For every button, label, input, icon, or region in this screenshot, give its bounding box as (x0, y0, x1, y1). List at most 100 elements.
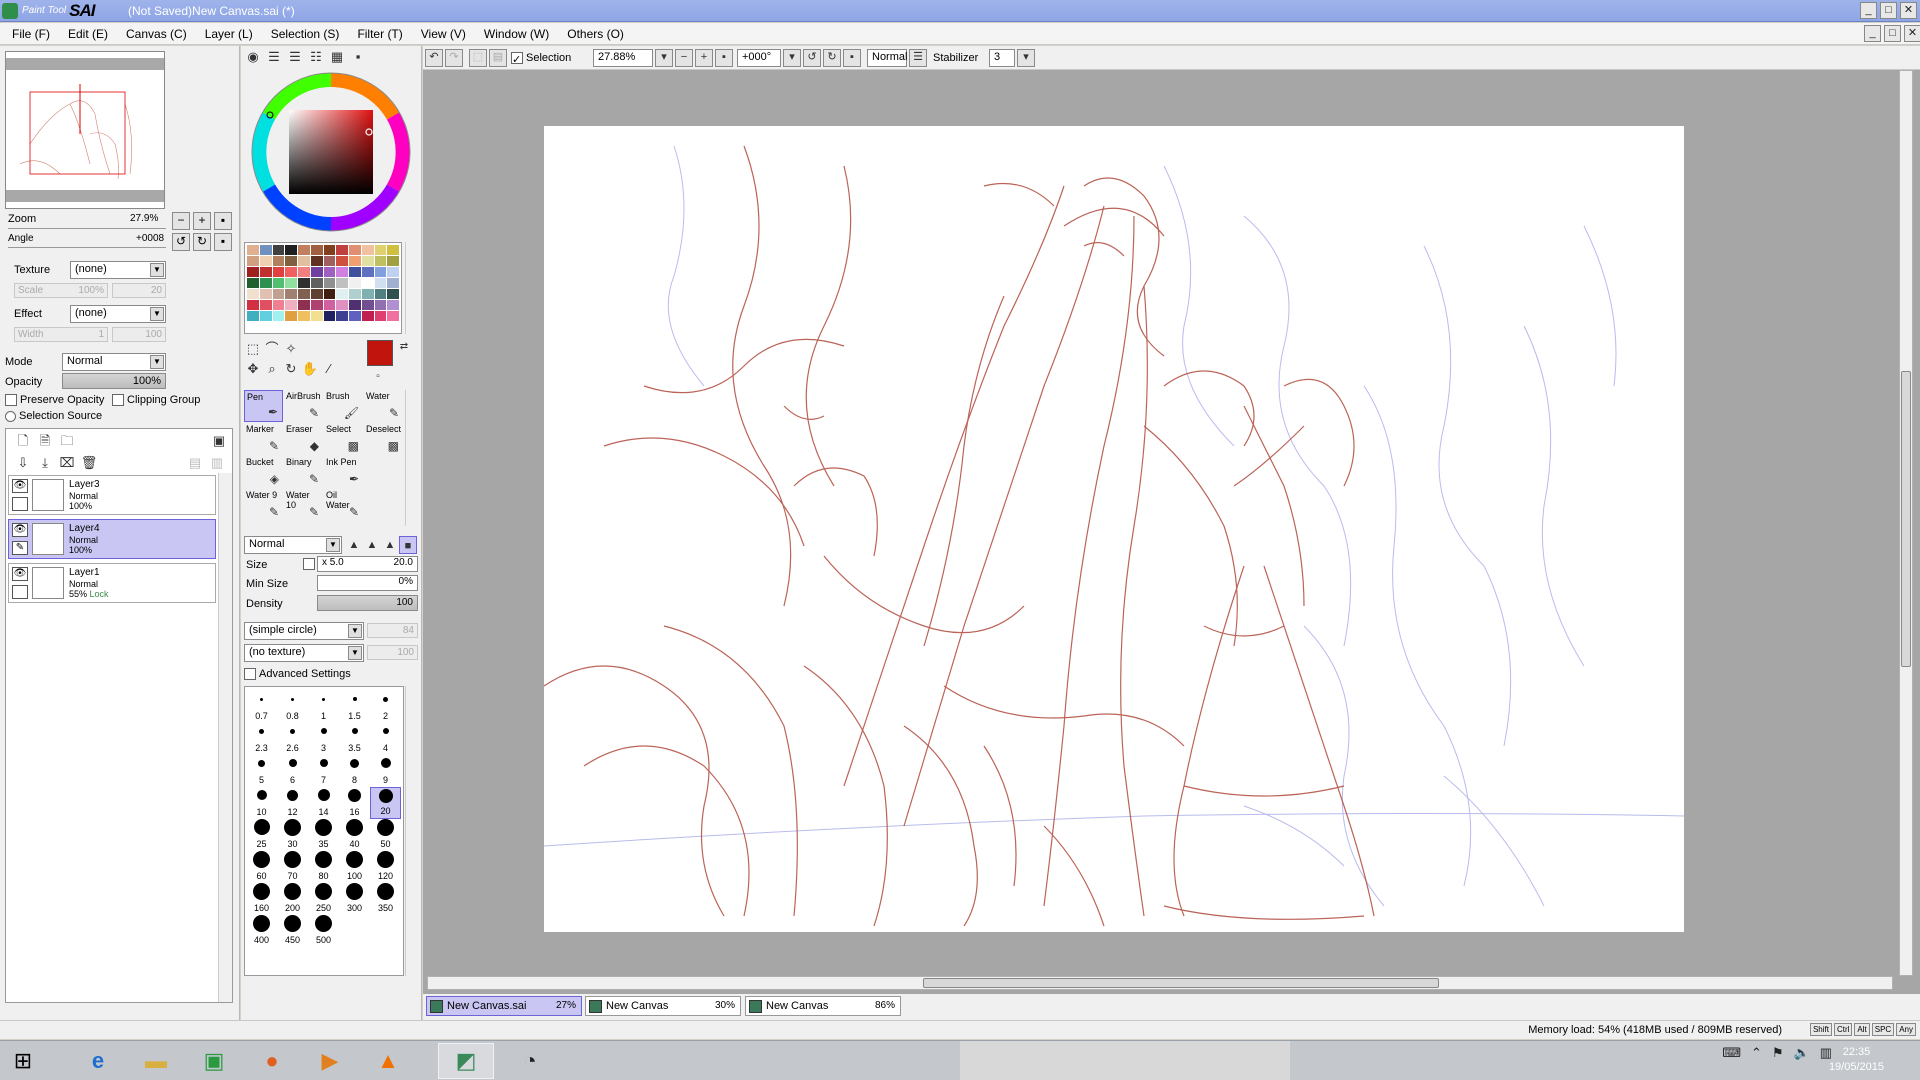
color-swatch[interactable] (259, 311, 272, 321)
layer-opacity-slider[interactable]: 100% (62, 373, 166, 389)
color-swatch[interactable] (298, 278, 310, 288)
speed-icon[interactable]: ◔ (502, 1043, 558, 1079)
lasso-icon[interactable]: ⌒ (263, 340, 281, 358)
tool-water[interactable]: Water ✎ (364, 390, 403, 422)
color-swatch[interactable] (272, 278, 285, 288)
brush-size-preset[interactable]: 2.3 (246, 723, 277, 755)
color-swatch[interactable] (349, 311, 361, 321)
clear-layer-icon[interactable]: ⌧ (58, 454, 76, 472)
color-swatch[interactable] (310, 267, 323, 277)
explorer-icon[interactable]: ▬ (128, 1043, 184, 1079)
show-selection-checkbox[interactable]: ✓ Selection (511, 52, 571, 66)
color-swatch[interactable] (272, 245, 285, 255)
brush-size-preset[interactable]: 5 (246, 755, 277, 787)
brush-size-preset[interactable]: 450 (277, 914, 308, 947)
color-swatch[interactable] (374, 300, 387, 310)
ie-icon[interactable]: e (70, 1043, 126, 1079)
brush-size-preset[interactable]: 6 (277, 755, 308, 787)
color-swatch[interactable] (349, 245, 361, 255)
rgb-sliders-tab-icon[interactable]: ☰ (265, 48, 283, 66)
color-swatch[interactable] (272, 289, 285, 299)
color-swatch[interactable] (361, 311, 374, 321)
swatches-tab-icon[interactable]: ▦ (328, 48, 346, 66)
brush-size-preset[interactable]: 3.5 (339, 723, 370, 755)
menu-file[interactable]: File (F) (6, 27, 62, 41)
brush-shape-select[interactable]: (simple circle) ▼ (244, 622, 364, 640)
brush-size-preset[interactable]: 100 (339, 850, 370, 883)
color-swatch[interactable] (310, 256, 323, 266)
merge-down-icon[interactable]: ⤓ (36, 454, 54, 472)
pen-editing-icon[interactable]: ✎ (12, 541, 28, 555)
color-swatch[interactable] (374, 256, 387, 266)
vertical-scroll-thumb[interactable] (1901, 371, 1911, 667)
vlc-icon[interactable]: ▲ (360, 1043, 416, 1079)
layer-mask-icon[interactable]: ▣ (210, 432, 228, 450)
brush-size-preset[interactable]: 0.8 (277, 691, 308, 723)
layer-row[interactable]: 👁 Layer1 Normal 55% Lock (8, 563, 216, 603)
angle-field[interactable]: +000° (737, 49, 781, 67)
color-swatch[interactable] (310, 311, 323, 321)
effect-select[interactable]: (none) ▼ (70, 305, 166, 323)
redo-button[interactable]: ↷ (445, 49, 463, 67)
texture-select[interactable]: (none) ▼ (70, 261, 166, 279)
visibility-eye-icon[interactable]: 👁 (12, 479, 28, 493)
transparent-color-icon[interactable]: ▫ (369, 368, 387, 386)
zoom-dropdown-button[interactable]: ▾ (655, 49, 673, 67)
color-swatch[interactable] (247, 278, 259, 288)
tool-airbrush[interactable]: AirBrush ✎ (284, 390, 323, 422)
color-swatch[interactable] (247, 245, 259, 255)
brush-size-preset[interactable]: 400 (246, 914, 277, 947)
horizontal-scroll-thumb[interactable] (923, 978, 1439, 988)
color-swatch[interactable] (361, 278, 374, 288)
zoom-in-button[interactable]: + (193, 212, 211, 230)
color-swatch[interactable] (336, 267, 348, 277)
hsv-sliders-tab-icon[interactable]: ☰ (286, 48, 304, 66)
tool-water-9[interactable]: Water 9 ✎ (244, 489, 283, 521)
color-swatch[interactable] (374, 289, 387, 299)
toolbar-rotate-reset-button[interactable]: ▪ (843, 49, 861, 67)
menu-edit[interactable]: Edit (E) (62, 27, 120, 41)
layer-row[interactable]: 👁 Layer3 Normal 100% (8, 475, 216, 515)
color-swatch[interactable] (298, 245, 310, 255)
tool-water-10[interactable]: Water 10 ✎ (284, 489, 323, 521)
toolbar-zoom-reset-button[interactable]: ▪ (715, 49, 733, 67)
deselect-button[interactable]: ⬚ (469, 49, 487, 67)
brush-size-preset[interactable]: 7 (308, 755, 339, 787)
swap-colors-icon[interactable]: ⇄ (395, 338, 413, 356)
color-swatch[interactable] (387, 289, 399, 299)
color-swatch[interactable] (336, 245, 348, 255)
color-swatch[interactable] (310, 289, 323, 299)
view-mode-field[interactable]: Normal (867, 49, 907, 67)
primary-color-swatch[interactable] (367, 340, 393, 366)
color-swatch[interactable] (361, 289, 374, 299)
zoom-slider[interactable] (8, 223, 166, 229)
firefox-icon[interactable]: ● (244, 1043, 300, 1079)
menu-canvas[interactable]: Canvas (C) (120, 27, 199, 41)
color-swatch[interactable] (285, 245, 297, 255)
zoom-out-button[interactable]: − (172, 212, 190, 230)
rect-select-icon[interactable]: ⬚ (244, 340, 262, 358)
doc-restore-button[interactable]: □ (1884, 25, 1901, 42)
color-swatch[interactable] (323, 278, 336, 288)
color-swatch[interactable] (285, 311, 297, 321)
clock[interactable]: 22:35 19/05/2015 (1829, 1045, 1884, 1075)
store-icon[interactable]: ▣ (186, 1043, 242, 1079)
color-swatch[interactable] (387, 300, 399, 310)
brush-texture-select[interactable]: (no texture) ▼ (244, 644, 364, 662)
brush-size-preset[interactable]: 2 (370, 691, 401, 723)
navigator-preview[interactable] (5, 51, 165, 209)
brush-shape-hard-icon[interactable]: ■ (399, 536, 417, 554)
color-swatch[interactable] (285, 256, 297, 266)
color-swatch[interactable] (285, 278, 297, 288)
color-swatch[interactable] (387, 311, 399, 321)
color-swatches[interactable] (244, 242, 402, 334)
tool-eraser[interactable]: Eraser ◆ (284, 423, 323, 455)
brush-size-preset[interactable]: 3 (308, 723, 339, 755)
tool-select[interactable]: Select ▩ (324, 423, 363, 455)
angle-slider[interactable] (8, 242, 166, 248)
brush-size-preset[interactable]: 8 (339, 755, 370, 787)
color-swatch[interactable] (374, 267, 387, 277)
color-wheel-tab-icon[interactable]: ◉ (244, 48, 262, 66)
brush-size-preset[interactable]: 20 (370, 787, 401, 819)
color-wheel[interactable] (251, 72, 411, 232)
